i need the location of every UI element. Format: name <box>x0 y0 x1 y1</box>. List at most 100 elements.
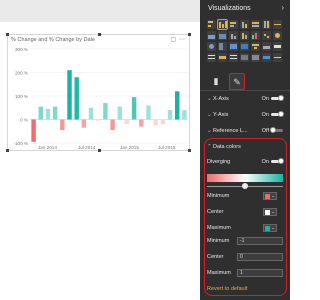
gradient-slider-knob[interactable] <box>242 183 248 189</box>
gauge-icon[interactable] <box>262 42 271 51</box>
section-data-colors[interactable]: ⌃Data colors <box>207 142 283 152</box>
diverging-row: Diverging On <box>207 157 284 167</box>
bar[interactable] <box>81 119 87 128</box>
matrix-icon[interactable] <box>251 53 260 62</box>
resize-handle-tr[interactable] <box>188 33 191 36</box>
section-x-axis[interactable]: ⌄X-Axis On <box>207 94 284 104</box>
pie-icon[interactable] <box>273 31 282 40</box>
color-chip <box>265 226 270 231</box>
x-axis-toggle[interactable] <box>271 95 284 101</box>
filled-map-icon[interactable] <box>240 42 249 51</box>
y-tick-label: 300 % <box>15 47 28 52</box>
toggle-state: Off <box>261 128 269 134</box>
minimum-value-label: Minimum <box>207 238 230 244</box>
bar[interactable] <box>117 106 122 120</box>
bar[interactable] <box>124 119 130 125</box>
bar[interactable] <box>96 119 101 121</box>
line-clustered-column-icon[interactable] <box>240 31 249 40</box>
top-bar <box>0 0 200 22</box>
resize-handle-br[interactable] <box>188 149 191 152</box>
table-icon[interactable] <box>240 53 249 62</box>
paint-roller-icon[interactable]: ✎ <box>229 73 245 90</box>
bar[interactable] <box>103 103 108 120</box>
chart-visual[interactable]: % Change and % Change by Date ▢ ⋯ 300 % 20… <box>6 33 191 152</box>
maximum-color-label: Maximum <box>207 225 231 231</box>
bar[interactable] <box>88 107 94 120</box>
maximum-value-input[interactable]: 1 <box>237 269 283 277</box>
percent-column-icon[interactable] <box>262 20 271 29</box>
maximum-value-row: Maximum 1 <box>207 268 283 278</box>
bar[interactable] <box>139 119 144 127</box>
kpi-icon[interactable] <box>218 53 227 62</box>
diverging-state: On <box>261 159 269 165</box>
map-icon[interactable] <box>229 42 238 51</box>
app-window: % Change and % Change by Date ▢ ⋯ 300 % 20… <box>0 0 290 300</box>
clustered-column-icon[interactable] <box>240 20 249 29</box>
row-label: Y-Axis <box>213 112 229 118</box>
resize-handle-tl[interactable] <box>6 33 9 36</box>
visualizations-pane: Visualizations › ▮ ✎ ⌄X-Axis On ⌄Y-Axis … <box>200 0 290 300</box>
more-visuals-icon[interactable] <box>273 53 282 62</box>
r-script-icon[interactable] <box>262 53 271 62</box>
slicer-icon[interactable] <box>229 53 238 62</box>
bar[interactable] <box>31 119 36 142</box>
card-icon[interactable] <box>273 42 282 51</box>
chevron-right-icon[interactable]: › <box>281 3 284 12</box>
bar[interactable] <box>52 106 58 120</box>
scatter-icon[interactable] <box>262 31 271 40</box>
x-tick-label: Jan 2014 <box>38 145 57 150</box>
x-tick-label: Jan 2015 <box>120 145 139 150</box>
fields-icon[interactable]: ▮ <box>208 73 224 90</box>
y-tick-label: 200 % <box>15 70 28 75</box>
donut-icon[interactable] <box>207 42 216 51</box>
percent-bar-icon[interactable] <box>251 20 260 29</box>
resize-handle-tm[interactable] <box>98 33 101 36</box>
maximum-value-label: Maximum <box>207 270 231 276</box>
pane-title: Visualizations <box>208 5 251 12</box>
bar[interactable] <box>45 108 51 120</box>
bar[interactable] <box>175 91 180 120</box>
y-axis-toggle[interactable] <box>271 111 284 117</box>
section-y-axis[interactable]: ⌄Y-Axis On <box>207 110 284 120</box>
maximum-color-row: Maximum ⌄ <box>207 223 283 233</box>
minimum-value-row: Minimum -1 <box>207 236 283 246</box>
line-chart-icon[interactable] <box>273 20 282 29</box>
bar[interactable] <box>74 77 79 120</box>
diverging-toggle[interactable] <box>271 158 284 164</box>
minimum-color-picker[interactable]: ⌄ <box>263 192 277 200</box>
funnel-icon[interactable] <box>251 42 260 51</box>
x-tick-label: Jul 2014 <box>78 145 96 150</box>
area-chart-icon[interactable] <box>207 31 216 40</box>
line-column-icon[interactable] <box>229 31 238 40</box>
stacked-column-icon[interactable] <box>217 19 228 30</box>
bar[interactable] <box>160 119 166 125</box>
bar[interactable] <box>60 119 65 131</box>
section-reference-line[interactable]: ⌄Reference L... Off <box>207 126 283 136</box>
waterfall-icon[interactable] <box>251 31 260 40</box>
revert-to-default-link[interactable]: Revert to default <box>207 286 247 292</box>
clustered-bar-icon[interactable] <box>229 20 238 29</box>
minimum-value-input[interactable]: -1 <box>237 237 283 245</box>
bar[interactable] <box>38 106 43 120</box>
diverging-label: Diverging <box>207 159 231 165</box>
bar[interactable] <box>131 97 137 120</box>
reference-line-toggle[interactable] <box>270 127 283 133</box>
chevron-down-icon: ⌄ <box>271 209 275 214</box>
bar[interactable] <box>67 70 72 120</box>
maximum-color-picker[interactable]: ⌄ <box>263 224 277 232</box>
bar[interactable] <box>146 105 151 120</box>
stacked-area-icon[interactable] <box>218 31 227 40</box>
y-tick-label: -100 % <box>13 141 28 146</box>
bar[interactable] <box>167 110 173 120</box>
center-value-input[interactable]: 0 <box>237 253 283 261</box>
treemap-icon[interactable] <box>218 42 227 51</box>
bar[interactable] <box>110 119 115 131</box>
bar[interactable] <box>182 110 187 120</box>
stacked-bar-icon[interactable] <box>207 20 216 29</box>
multi-row-card-icon[interactable] <box>207 53 216 62</box>
visual-gallery <box>207 19 283 62</box>
resize-handle-bl[interactable] <box>6 149 9 152</box>
bar[interactable] <box>153 119 158 126</box>
center-color-picker[interactable]: ⌄ <box>263 208 277 216</box>
resize-handle-bm[interactable] <box>98 149 101 152</box>
